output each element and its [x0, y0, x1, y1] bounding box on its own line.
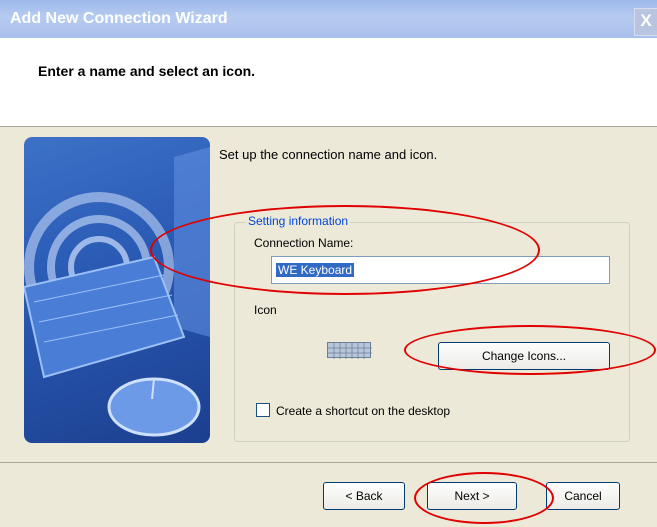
close-button[interactable]: X: [634, 8, 657, 36]
title-bar: Add New Connection Wizard X: [0, 0, 657, 38]
cancel-button[interactable]: Cancel: [546, 482, 620, 510]
keyboard-keys: [328, 343, 372, 359]
shortcut-checkbox[interactable]: [256, 403, 270, 417]
annotation-ellipse-change-icons: [404, 325, 656, 375]
back-button[interactable]: < Back: [323, 482, 405, 510]
window-title: Add New Connection Wizard: [10, 10, 228, 27]
intro-text: Set up the connection name and icon.: [219, 147, 438, 162]
shortcut-label: Create a shortcut on the desktop: [276, 404, 451, 418]
keyboard-icon: [327, 342, 372, 359]
wireless-keyboard-illustration: [24, 137, 210, 443]
wizard-header: Enter a name and select an icon.: [0, 38, 657, 127]
page-title: Enter a name and select an icon.: [38, 63, 256, 79]
annotation-ellipse-name: [150, 205, 540, 295]
icon-label: Icon: [254, 303, 277, 317]
footer-divider: [0, 462, 657, 463]
annotation-ellipse-next: [414, 472, 554, 524]
illustration-art: [24, 147, 210, 437]
